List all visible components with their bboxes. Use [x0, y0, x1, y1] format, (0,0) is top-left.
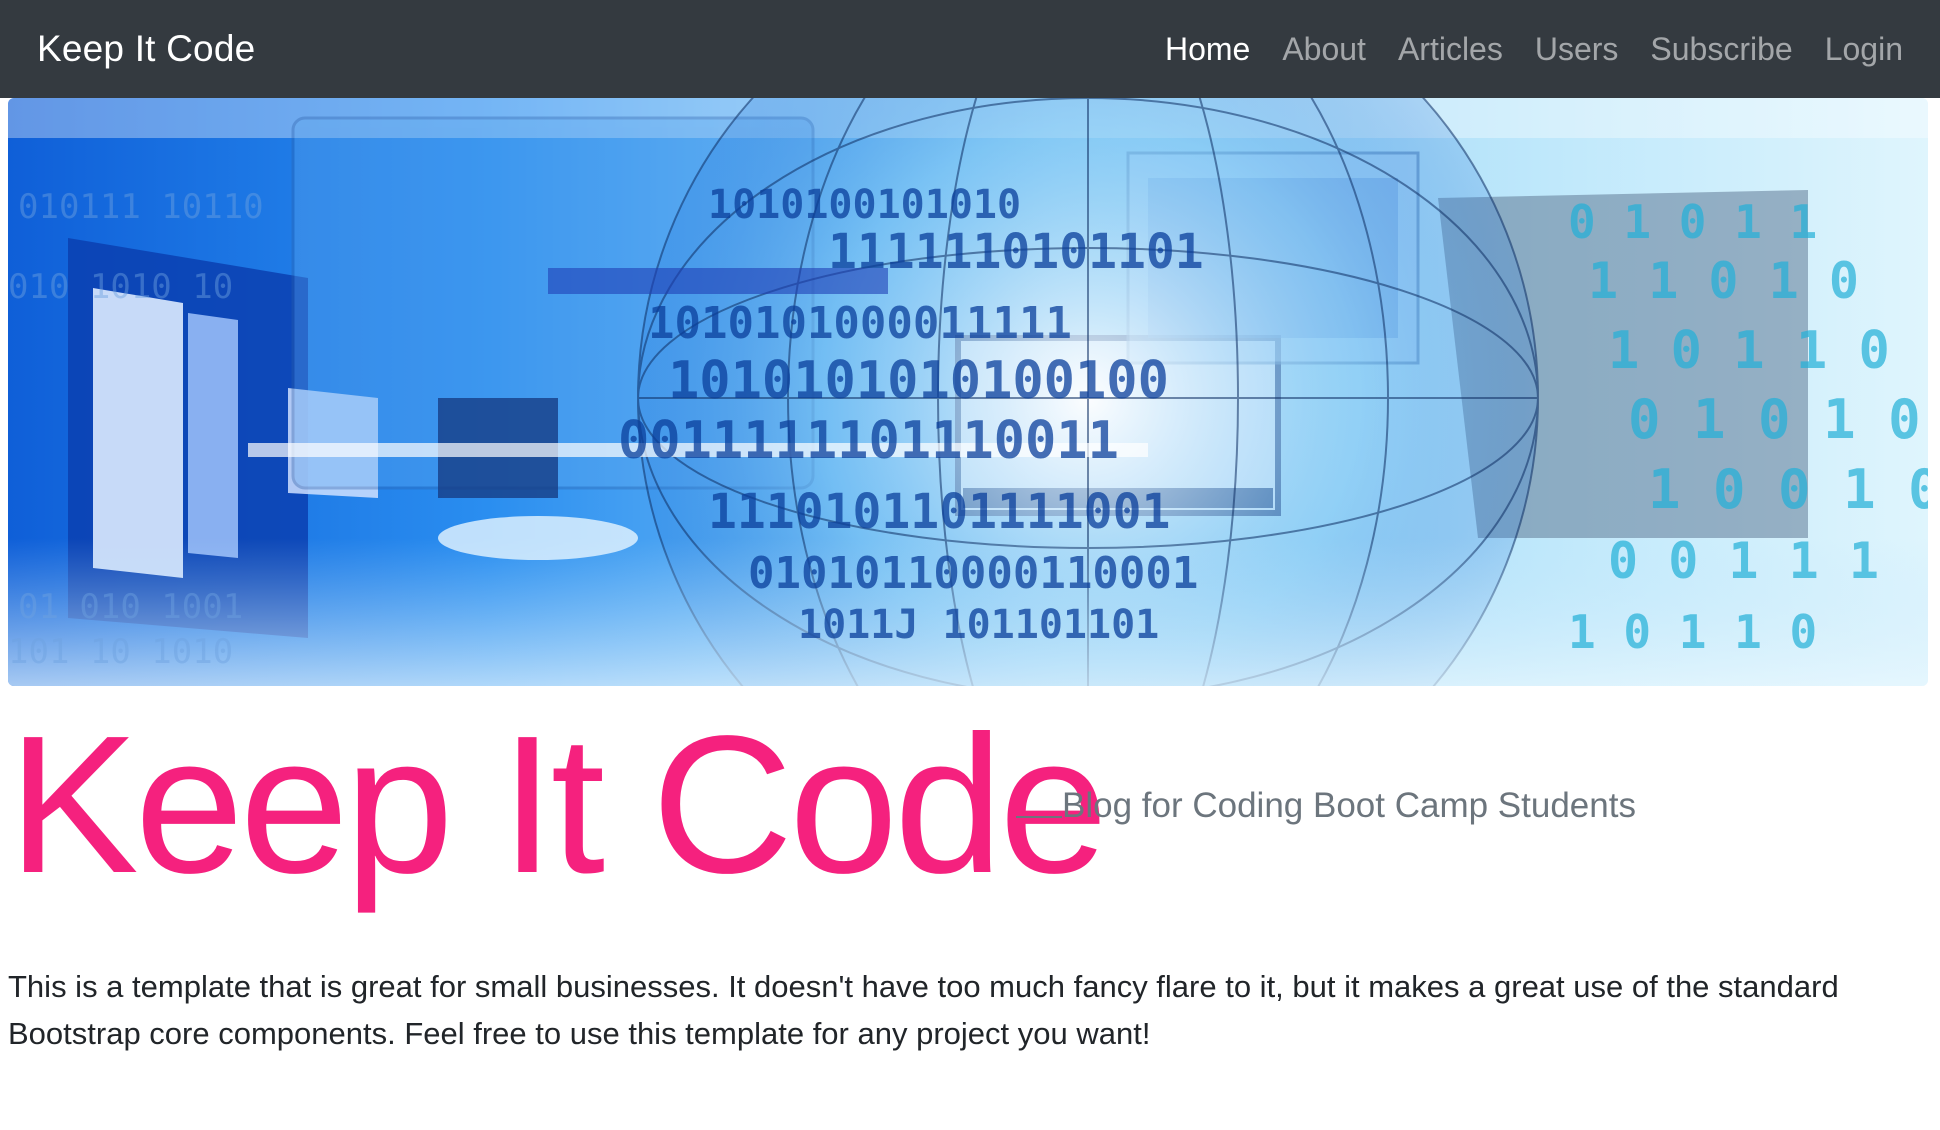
hero-illustration: 1010100101010 1111110101101 101010100001… [8, 98, 1928, 686]
subtitle-underline [1016, 786, 1062, 818]
svg-text:1010101000011111: 1010101000011111 [648, 298, 1072, 349]
subtitle-text: Blog for Coding Boot Camp Students [1062, 786, 1636, 825]
navbar-brand[interactable]: Keep It Code [37, 28, 255, 70]
svg-text:01 010 1001: 01 010 1001 [18, 587, 243, 627]
svg-text:0011111101110011: 0011111101110011 [618, 411, 1119, 471]
svg-text:1011J 101101101: 1011J 101101101 [798, 602, 1159, 648]
nav-link-users[interactable]: Users [1535, 31, 1619, 68]
nav-link-home[interactable]: Home [1165, 31, 1250, 68]
svg-text:01010110000110001: 01010110000110001 [748, 548, 1198, 599]
svg-text:1110101101111001: 1110101101111001 [708, 484, 1170, 540]
svg-text:1 0 0 1 0: 1 0 0 1 0 [1648, 458, 1928, 521]
top-navbar: Keep It Code Home About Articles Users S… [0, 0, 1940, 98]
svg-text:0 1 0 1 0: 0 1 0 1 0 [1628, 388, 1921, 451]
svg-text:1 0 1 1 0: 1 0 1 1 0 [1568, 605, 1817, 659]
page-header: Keep It Code Blog for Coding Boot Camp S… [8, 700, 1928, 920]
nav-link-about[interactable]: About [1282, 31, 1366, 68]
nav-link-subscribe[interactable]: Subscribe [1650, 31, 1792, 68]
svg-text:0 0 1 1 1: 0 0 1 1 1 [1608, 532, 1879, 590]
navbar-links: Home About Articles Users Subscribe Logi… [1133, 31, 1903, 68]
svg-text:1111110101101: 1111110101101 [828, 224, 1204, 280]
page-subtitle: Blog for Coding Boot Camp Students [1016, 786, 1636, 826]
svg-text:1010101010100100: 1010101010100100 [668, 351, 1169, 411]
nav-link-login[interactable]: Login [1825, 31, 1903, 68]
intro-paragraph: This is a template that is great for sma… [8, 969, 1839, 1051]
nav-link-articles[interactable]: Articles [1398, 31, 1503, 68]
svg-text:010111 10110: 010111 10110 [18, 187, 264, 227]
hero-banner-image: 1010100101010 1111110101101 101010100001… [8, 98, 1928, 686]
svg-text:101 10 1010: 101 10 1010 [8, 632, 233, 672]
svg-text:0 1 0 1 1: 0 1 0 1 1 [1568, 195, 1817, 249]
svg-text:010 1010 10: 010 1010 10 [8, 267, 233, 307]
svg-text:1 1 0 1 0: 1 1 0 1 0 [1588, 252, 1859, 310]
page-title: Keep It Code [8, 695, 1108, 914]
svg-text:1010100101010: 1010100101010 [708, 182, 1021, 228]
svg-text:1 0 1 1 0: 1 0 1 1 0 [1608, 321, 1890, 381]
